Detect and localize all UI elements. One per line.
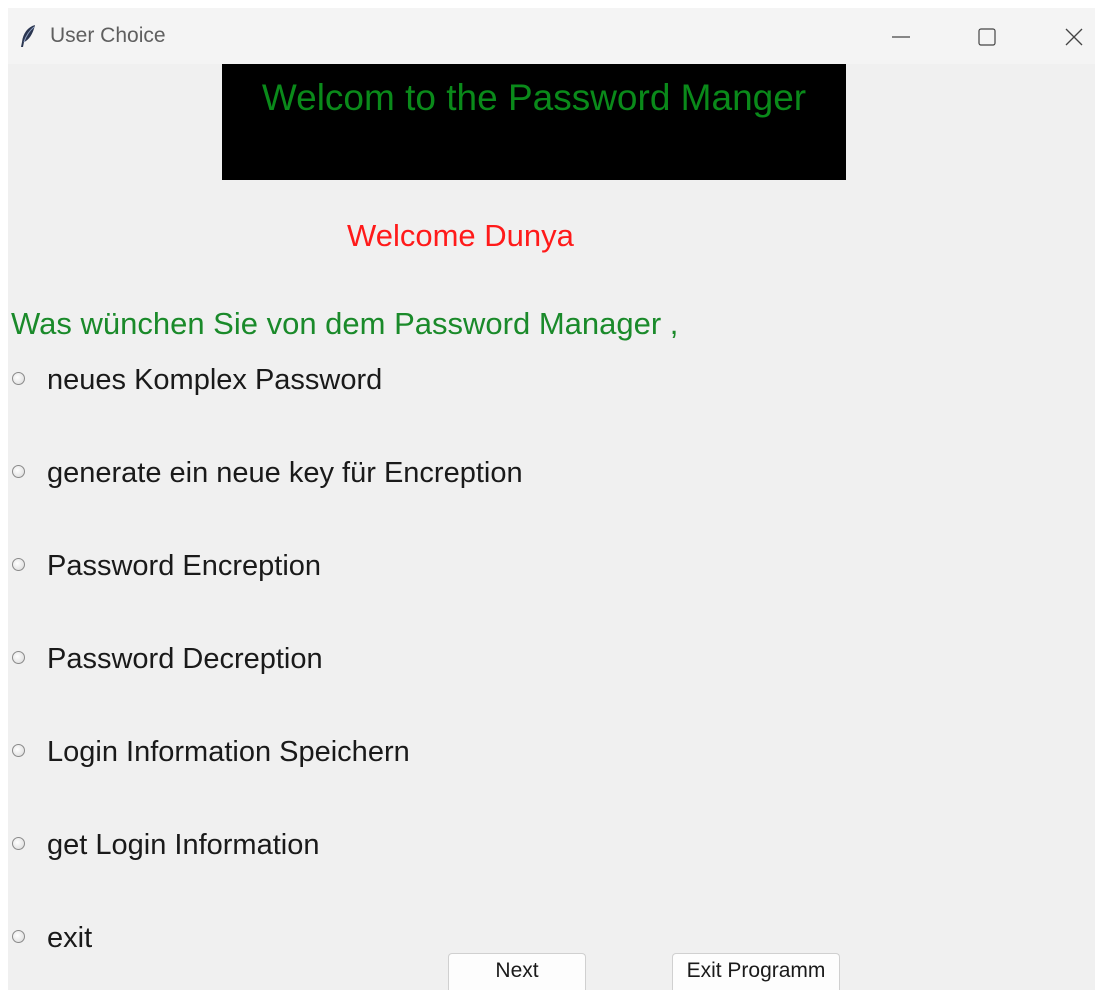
radio-button[interactable] [12,558,25,571]
radio-button[interactable] [12,930,25,943]
header-banner: Welcom to the Password Manger [222,64,846,180]
welcome-text: Welcome Dunya [347,218,574,253]
feather-icon [19,24,37,48]
option-login-speichern[interactable]: Login Information Speichern [8,732,708,772]
option-label: Login Information Speichern [47,736,410,768]
title-bar[interactable]: User Choice [8,8,1095,64]
option-label: get Login Information [47,829,320,861]
radio-button[interactable] [12,837,25,850]
option-password-decreption[interactable]: Password Decreption [8,639,708,679]
option-label: exit [47,922,93,954]
next-button[interactable]: Next [448,953,586,990]
maximize-icon[interactable] [976,26,998,48]
option-label: generate ein neue key für Encreption [47,457,523,489]
close-icon[interactable] [1063,26,1085,48]
radio-button[interactable] [12,651,25,664]
minimize-icon[interactable] [890,26,912,48]
option-password-encreption[interactable]: Password Encreption [8,546,708,586]
window-title: User Choice [50,24,166,47]
option-generate-key[interactable]: generate ein neue key für Encreption [8,453,708,493]
radio-button[interactable] [12,372,25,385]
option-label: Password Decreption [47,643,323,675]
header-title: Welcom to the Password Manger [261,77,807,118]
exit-program-button[interactable]: Exit Programm [672,953,840,990]
radio-button[interactable] [12,465,25,478]
question-text: Was wünchen Sie von dem Password Manager… [11,306,679,341]
option-get-login[interactable]: get Login Information [8,825,708,865]
option-label: neues Komplex Password [47,364,383,396]
app-window: User Choice Welcom to the Password Mange… [8,8,1095,990]
radio-button[interactable] [12,744,25,757]
option-new-password[interactable]: neues Komplex Password [8,360,708,400]
option-exit[interactable]: exit [8,918,708,958]
option-label: Password Encreption [47,550,322,582]
